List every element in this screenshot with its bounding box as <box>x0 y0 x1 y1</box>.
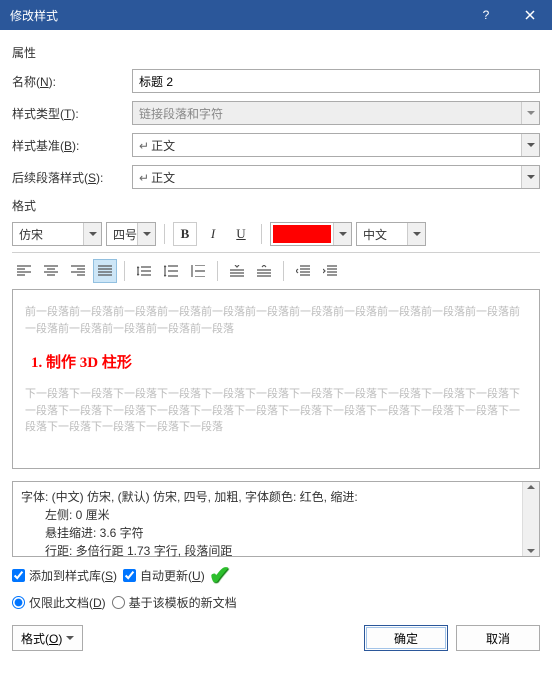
style-description-box: 字体: (中文) 仿宋, (默认) 仿宋, 四号, 加粗, 字体颜色: 红色, … <box>12 481 540 557</box>
chevron-down-icon <box>521 102 539 124</box>
underline-button[interactable]: U <box>229 222 253 246</box>
indent-decrease-button[interactable] <box>291 259 315 283</box>
font-color-dropdown[interactable] <box>270 222 352 246</box>
italic-button[interactable]: I <box>201 222 225 246</box>
align-left-button[interactable] <box>12 259 36 283</box>
following-style-dropdown[interactable]: 正文 <box>132 165 540 189</box>
scroll-up-icon[interactable] <box>527 484 535 490</box>
preview-prev-para: 前一段落前一段落前一段落前一段落前一段落前一段落前一段落前一段落前一段落前一段落… <box>25 304 527 337</box>
bold-button[interactable]: B <box>173 222 197 246</box>
desc-line: 行距: 多倍行距 1.73 字行, 段落间距 <box>21 542 531 560</box>
close-button[interactable] <box>508 0 552 30</box>
font-family-dropdown[interactable]: 仿宋 <box>12 222 102 246</box>
chevron-down-icon[interactable] <box>137 223 155 245</box>
preview-next-para: 下一段落下一段落下一段落下一段落下一段落下一段落下一段落下一段落下一段落下一段落… <box>25 386 527 436</box>
space-before-inc-button[interactable] <box>225 259 249 283</box>
desc-line: 字体: (中文) 仿宋, (默认) 仿宋, 四号, 加粗, 字体颜色: 红色, … <box>21 488 531 506</box>
desc-line: 左侧: 0 厘米 <box>21 506 531 524</box>
add-to-gallery-checkbox[interactable]: 添加到样式库(S) <box>12 567 117 584</box>
align-right-button[interactable] <box>66 259 90 283</box>
line-spacing-15-button[interactable] <box>159 259 183 283</box>
format-menu-button[interactable]: 格式(O) <box>12 625 83 651</box>
chevron-down-icon[interactable] <box>521 134 539 156</box>
dialog-title: 修改样式 <box>10 7 464 24</box>
indent-increase-button[interactable] <box>318 259 342 283</box>
following-style-label: 后续段落样式(S): <box>12 169 132 186</box>
section-properties-label: 属性 <box>12 44 540 61</box>
close-icon <box>525 10 535 20</box>
cancel-button[interactable]: 取消 <box>456 625 540 651</box>
help-button[interactable]: ? <box>464 0 508 30</box>
dialog-titlebar: 修改样式 ? <box>0 0 552 30</box>
style-type-dropdown: 链接段落和字符 <box>132 101 540 125</box>
format-toolbar-1: 仿宋 四号 B I U 中文 <box>12 222 540 246</box>
checkmark-annotation-icon: ✔ <box>209 568 231 584</box>
align-justify-button[interactable] <box>93 259 117 283</box>
preview-sample-text: 1. 制作 3D 柱形 <box>31 351 527 372</box>
based-on-label: 样式基准(B): <box>12 137 132 154</box>
space-before-dec-button[interactable] <box>252 259 276 283</box>
style-type-label: 样式类型(T): <box>12 105 132 122</box>
format-toolbar-2 <box>12 259 540 283</box>
scrollbar[interactable] <box>522 482 539 556</box>
chevron-down-icon[interactable] <box>83 223 101 245</box>
based-on-template-radio[interactable]: 基于该模板的新文档 <box>112 594 237 611</box>
font-size-dropdown[interactable]: 四号 <box>106 222 156 246</box>
align-center-button[interactable] <box>39 259 63 283</box>
chevron-down-icon[interactable] <box>521 166 539 188</box>
desc-line: 悬挂缩进: 3.6 字符 <box>21 524 531 542</box>
line-spacing-2-button[interactable] <box>186 259 210 283</box>
style-name-input[interactable] <box>132 69 540 93</box>
based-on-dropdown[interactable]: 正文 <box>132 133 540 157</box>
language-dropdown[interactable]: 中文 <box>356 222 426 246</box>
chevron-down-icon <box>66 636 74 641</box>
auto-update-checkbox[interactable]: 自动更新(U) <box>123 567 205 584</box>
only-this-document-radio[interactable]: 仅限此文档(D) <box>12 594 106 611</box>
ok-button[interactable]: 确定 <box>364 625 448 651</box>
scroll-down-icon[interactable] <box>527 548 535 554</box>
name-label: 名称(N): <box>12 73 132 90</box>
dialog-footer: 格式(O) 确定 取消 <box>0 611 552 663</box>
chevron-down-icon[interactable] <box>333 223 351 245</box>
section-format-label: 格式 <box>12 197 540 214</box>
line-spacing-1-button[interactable] <box>132 259 156 283</box>
color-swatch <box>273 225 331 243</box>
chevron-down-icon[interactable] <box>407 223 425 245</box>
style-preview-pane: 前一段落前一段落前一段落前一段落前一段落前一段落前一段落前一段落前一段落前一段落… <box>12 289 540 469</box>
